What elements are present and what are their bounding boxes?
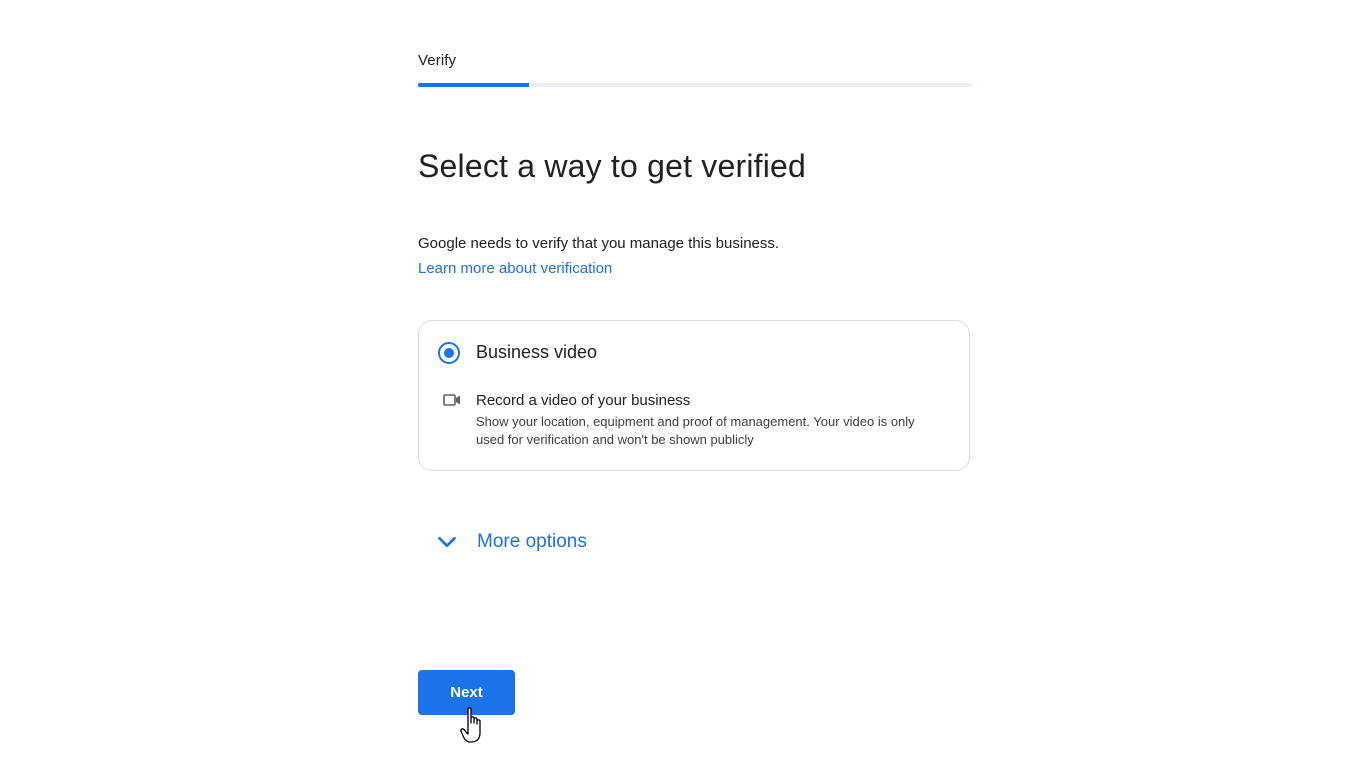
intro-text: Google needs to verify that you manage t…	[418, 235, 780, 252]
page-title: Select a way to get verified	[418, 148, 807, 184]
next-button[interactable]: Next	[418, 670, 515, 715]
progress-bar-fill	[418, 83, 529, 87]
more-options-label: More options	[477, 531, 587, 552]
business-video-radio[interactable]	[438, 342, 460, 364]
verification-option-card[interactable]: Business video Record a video of your bu…	[418, 320, 970, 471]
option-detail-description: Show your location, equipment and proof …	[476, 414, 915, 447]
verification-page: Verify Select a way to get verified Goog…	[0, 0, 1366, 768]
option-detail-title: Record a video of your business	[476, 392, 691, 409]
option-title: Business video	[476, 342, 598, 362]
chevron-down-icon	[438, 536, 456, 548]
progress-bar	[418, 83, 972, 87]
video-camera-icon	[443, 394, 460, 406]
radio-selected-dot	[444, 348, 454, 358]
more-options-button[interactable]: More options	[434, 528, 587, 556]
learn-more-link[interactable]: Learn more about verification	[418, 259, 612, 279]
step-title: Verify	[418, 52, 457, 69]
